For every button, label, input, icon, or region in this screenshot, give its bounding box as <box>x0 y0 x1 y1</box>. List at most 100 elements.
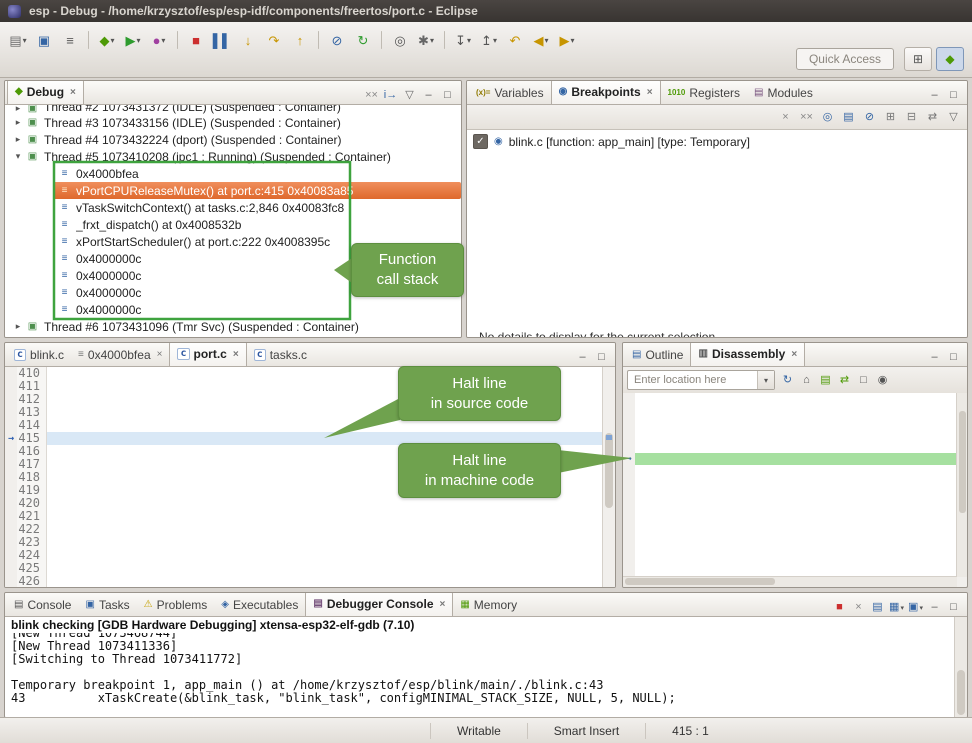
view-menu-icon[interactable]: ▽ <box>402 90 417 101</box>
thread-row[interactable]: ▸ ▣ Thread #4 1073432224 (dport) (Suspen… <box>5 131 461 148</box>
disassembly-line[interactable]: 420 } <box>623 441 957 453</box>
show-source-icon[interactable]: ▤ <box>818 375 833 386</box>
debug-perspective-button[interactable]: ◆ <box>936 47 964 71</box>
editor-line[interactable]: 422 #if CONFIG_FREERTOS_BREAK_ON_SCHEDUL… <box>5 523 615 536</box>
new-wizard-button[interactable]: ▤ ▾ <box>6 28 30 52</box>
save-button[interactable]: ▣ <box>32 28 56 52</box>
thread-row[interactable]: ▸ ▣ Thread #6 1073431096 (Tmr Svc) (Susp… <box>5 318 461 335</box>
minimize-icon[interactable]: – <box>927 602 942 613</box>
remove-all-terminated-icon[interactable]: ×× <box>364 90 379 101</box>
tab-tasks-c[interactable]: c tasks.c <box>247 343 314 366</box>
tab-variables[interactable]: (x)= Variables <box>469 81 551 104</box>
tab-disassembly[interactable]: ▥ Disassembly × <box>690 342 805 366</box>
disassembly-line[interactable]: 452 { <box>623 477 957 489</box>
disassembly-line[interactable]: 454 } <box>623 561 957 573</box>
go-to-file-icon[interactable]: ▤ <box>841 112 856 123</box>
minimize-icon[interactable]: – <box>421 90 436 101</box>
view-menu-icon[interactable]: ▽ <box>946 112 961 123</box>
debug-button[interactable]: ◆ ▾ <box>95 28 119 52</box>
expand-all-icon[interactable]: ⊞ <box>883 112 898 123</box>
disassembly-line[interactable]: 40083a8e: or a10, a2, a2 <box>623 537 957 549</box>
quick-access-box[interactable]: Quick Access <box>796 48 894 70</box>
close-icon[interactable]: × <box>647 87 653 98</box>
editor-line[interactable]: 423 void vPortFirstTaskHook(TaskFunction… <box>5 536 615 549</box>
tab-debugger-console[interactable]: ▤ Debugger Console × <box>305 592 453 616</box>
scrollbar-thumb[interactable] <box>957 670 965 715</box>
thread-row[interactable]: ▸ ▣ Thread #2 1073431372 (IDLE) (Suspend… <box>5 105 461 114</box>
close-icon[interactable]: × <box>791 349 797 360</box>
display-console-icon[interactable]: ▦ ▾ <box>889 602 904 613</box>
tree-expander-icon[interactable]: ▸ <box>11 117 25 128</box>
collapse-all-icon[interactable]: ⊟ <box>904 112 919 123</box>
clear-console-icon[interactable]: ▤ <box>870 602 885 613</box>
editor-line[interactable]: 425 } <box>5 562 615 575</box>
search-button[interactable]: ◎ <box>388 28 412 52</box>
disassembly-line[interactable]: 40083a8b: movi a11, 4 <box>623 525 957 537</box>
last-edit-location-button[interactable]: ↶ <box>503 28 527 52</box>
minimize-icon[interactable]: – <box>575 352 590 363</box>
disassembly-line[interactable]: 415 portEXIT_CRITICAL_NESTED(irqStatus); <box>623 405 957 417</box>
remove-all-breakpoints-icon[interactable]: ×× <box>799 112 814 123</box>
run-button[interactable]: ▶ ▾ <box>121 28 145 52</box>
location-input[interactable]: Enter location here <box>628 374 757 386</box>
maximize-icon[interactable]: □ <box>946 352 961 363</box>
thread-row[interactable]: ▸ ▣ Thread #3 1073433156 (IDLE) (Suspend… <box>5 114 461 131</box>
combo-dropdown-icon[interactable]: ▾ <box>757 371 774 389</box>
tab-tasks[interactable]: ▣ Tasks <box>78 593 136 616</box>
tree-expander-icon[interactable]: ▸ <box>11 134 25 145</box>
stack-frame-row[interactable]: ≡ vPortCPUReleaseMutex() at port.c:415 0… <box>53 182 461 199</box>
pin-icon[interactable]: ◉ <box>875 375 890 386</box>
debug-tree[interactable]: ▸ ▣ Thread #2 1073431372 (IDLE) (Suspend… <box>5 105 461 337</box>
close-icon[interactable]: × <box>233 349 239 360</box>
open-console-icon[interactable]: ▣ ▾ <box>908 602 923 613</box>
thread-row[interactable]: ▾ ▣ Thread #5 1073410208 (ipc1 : Running… <box>5 148 461 165</box>
open-new-view-icon[interactable]: □ <box>856 375 871 386</box>
stack-frame-row[interactable]: ≡ vTaskSwitchContext() at tasks.c:2,846 … <box>53 199 461 216</box>
instruction-stepping-icon[interactable]: i→ <box>383 90 398 101</box>
minimize-icon[interactable]: – <box>927 352 942 363</box>
close-icon[interactable]: × <box>440 599 446 610</box>
link-with-debug-view-icon[interactable]: ⇄ <box>925 112 940 123</box>
editor-line[interactable]: 424 esp_set_breakpoint_if_jtag(function)… <box>5 549 615 562</box>
disassembly-vscrollbar[interactable] <box>956 393 967 577</box>
console-vscrollbar[interactable] <box>954 617 967 717</box>
tree-expander-icon[interactable]: ▸ <box>11 105 25 114</box>
console-output[interactable]: [New Thread 1073468744][New Thread 10734… <box>5 633 955 717</box>
tree-expander-icon[interactable]: ▾ <box>11 151 25 162</box>
show-breakpoints-for-selection-icon[interactable]: ◎ <box>820 112 835 123</box>
minimize-icon[interactable]: – <box>927 90 942 101</box>
tab-memory[interactable]: ▦ Memory <box>453 593 524 616</box>
terminate-icon[interactable]: ■ <box>832 602 847 613</box>
skip-all-breakpoints-button[interactable]: ⊘ <box>325 28 349 52</box>
disassembly-line[interactable]: pvPortMalloc: <box>623 489 957 501</box>
disassembly-line[interactable]: 40083a91: call8 0x40081b20 <heap_caps_ma… <box>623 549 957 561</box>
stack-frame-row[interactable]: ≡ 0x4000000c <box>53 301 461 318</box>
location-combo[interactable]: Enter location here ▾ <box>627 370 775 390</box>
tab-breakpoints[interactable]: ◉ Breakpoints × <box>551 80 661 104</box>
editor-line[interactable]: 426 #endif <box>5 575 615 587</box>
tab-registers[interactable]: 1010 Registers <box>661 81 747 104</box>
stack-frame-row[interactable]: ≡ _frxt_dispatch() at 0x4008532b <box>53 216 461 233</box>
editor-line[interactable]: 420 } <box>5 497 615 510</box>
print-button[interactable]: ≡ <box>58 28 82 52</box>
profile-button[interactable]: ● ▾ <box>147 28 171 52</box>
overview-ruler[interactable] <box>602 367 615 587</box>
skip-all-breakpoints-icon[interactable]: ⊘ <box>862 112 877 123</box>
disassembly-line[interactable]: → 40083a85: retw.n <box>623 453 957 465</box>
disassembly-listing[interactable]: 40083a7d: movi.n a2, 1 415 portEXIT_CRIT… <box>623 393 957 577</box>
back-button[interactable]: ◀ ▾ <box>529 28 553 52</box>
disassembly-hscrollbar[interactable] <box>623 576 957 587</box>
tab-outline[interactable]: ▤ Outline <box>625 343 690 366</box>
stop-button[interactable]: ■ <box>184 28 208 52</box>
tab-executables[interactable]: ◈ Executables <box>214 593 305 616</box>
tab-modules[interactable]: ▤ Modules <box>747 81 820 104</box>
maximize-icon[interactable]: □ <box>946 90 961 101</box>
close-icon[interactable]: × <box>70 87 76 98</box>
home-icon[interactable]: ⌂ <box>799 375 814 386</box>
disassembly-line[interactable]: 40083a88: entry a1, 32 <box>623 501 957 513</box>
tree-expander-icon[interactable]: ▸ <box>11 321 25 332</box>
disassembly-line[interactable]: 453 return heap_caps_malloc(xWantedSize <box>623 513 957 525</box>
tab-0x4000bfea[interactable]: ≡ 0x4000bfea × <box>71 343 169 366</box>
step-return-button[interactable]: ↑ <box>288 28 312 52</box>
tab-console[interactable]: ▤ Console <box>7 593 78 616</box>
